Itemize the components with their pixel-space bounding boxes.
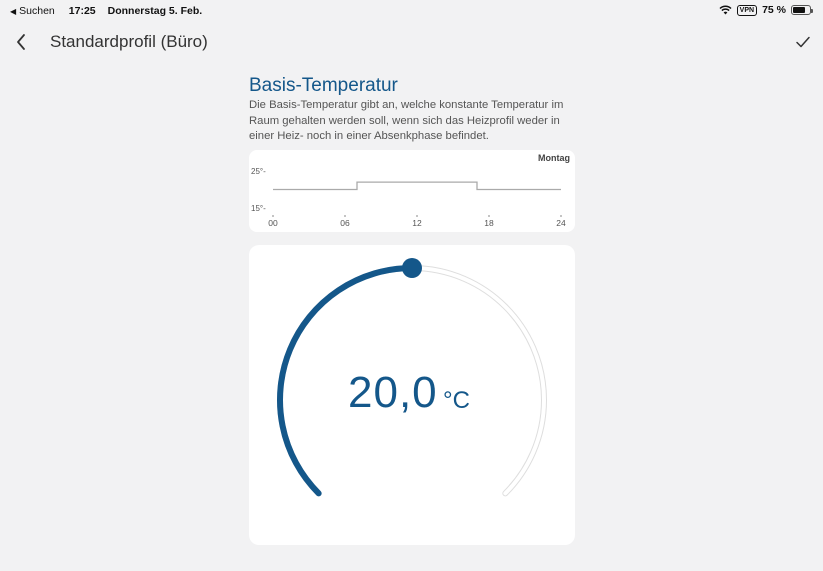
profile-chart: 25°- 15°-00 06 12 18 24: [251, 167, 566, 228]
temperature-unit: °C: [443, 387, 470, 414]
wifi-icon: [719, 5, 732, 15]
temperature-value: 20,0: [348, 368, 438, 417]
profile-y-label: 15°-: [251, 204, 266, 213]
status-left: ◀ Suchen 17:25 Donnerstag 5. Feb.: [10, 5, 202, 17]
temperature-dial-card: 20,0 °C: [249, 245, 575, 545]
section-title: Basis-Temperatur: [249, 75, 398, 96]
battery-icon: [791, 5, 813, 15]
status-bar: ◀ Suchen 17:25 Donnerstag 5. Feb. VPN 75…: [0, 0, 823, 22]
battery-percent: 75 %: [762, 4, 786, 16]
status-date: Donnerstag 5. Feb.: [107, 5, 203, 17]
profile-x-label: 00: [268, 218, 278, 228]
section-description: Die Basis-Temperatur gibt an, welche kon…: [249, 99, 564, 142]
dial-handle[interactable]: [402, 258, 422, 278]
back-to-app-label[interactable]: Suchen: [19, 5, 55, 17]
chevron-left-icon: [17, 34, 25, 50]
battery-level: [793, 7, 805, 13]
navigation-bar: Standardprofil (Büro): [0, 22, 823, 64]
profile-x-label: 06: [340, 218, 350, 228]
confirm-button[interactable]: [791, 30, 815, 54]
status-right: VPN 75 %: [719, 4, 813, 16]
battery-tip: [811, 9, 813, 13]
profile-x-label: 24: [556, 218, 566, 228]
profile-x-label: 12: [412, 218, 422, 228]
back-to-app-icon[interactable]: ◀: [10, 7, 16, 16]
profile-x-label: 18: [484, 218, 494, 228]
page-title: Standardprofil (Büro): [50, 32, 208, 51]
vpn-badge: VPN: [736, 4, 758, 16]
status-time: 17:25: [68, 5, 96, 17]
heating-profile-card[interactable]: Montag 25°- 15°- 00 06 12 18 24: [249, 150, 575, 232]
profile-schedule-line: [273, 181, 561, 191]
profile-y-label: 25°-: [251, 167, 266, 176]
back-button[interactable]: [10, 30, 32, 54]
checkmark-icon: [796, 36, 810, 48]
